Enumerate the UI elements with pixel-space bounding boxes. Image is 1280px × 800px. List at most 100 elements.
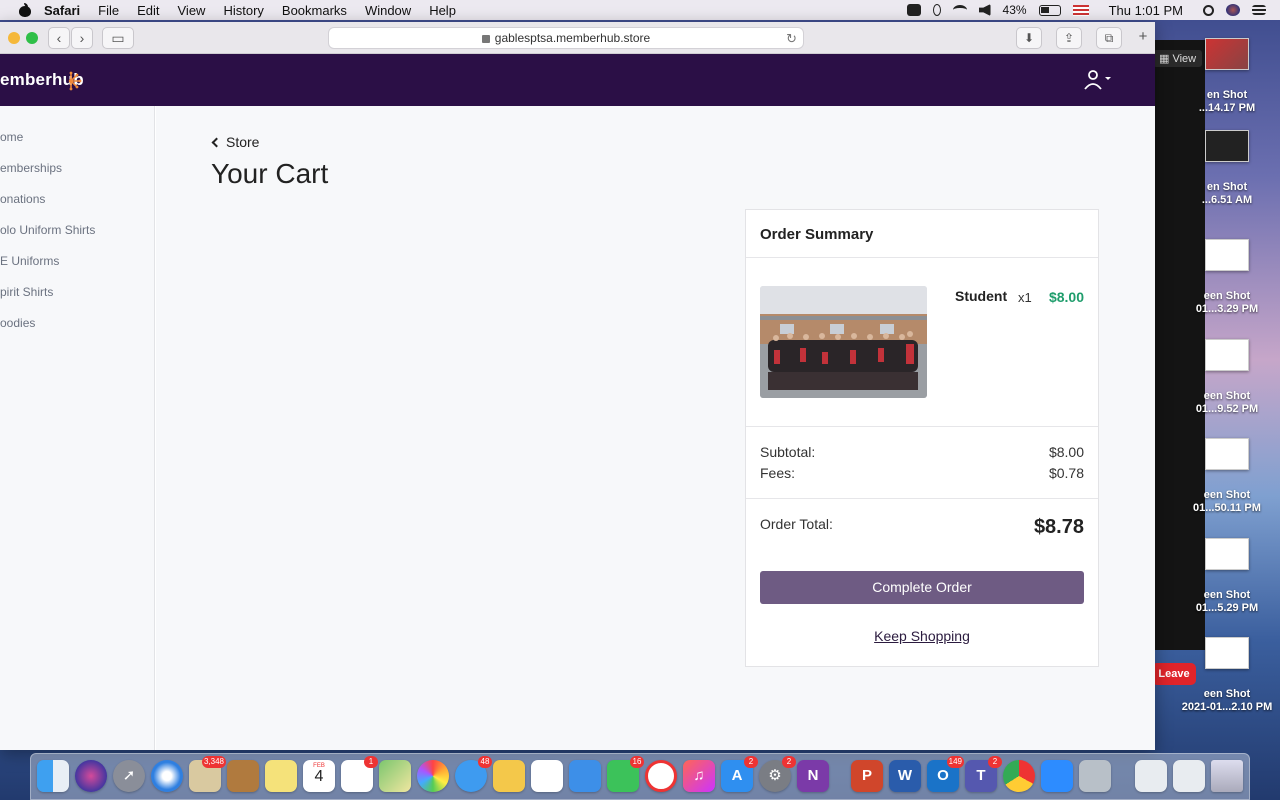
menu-bookmarks[interactable]: Bookmarks xyxy=(282,3,347,18)
downloads-icon[interactable]: ⬇ xyxy=(1016,27,1042,49)
user-account-icon[interactable] xyxy=(1083,69,1113,91)
tabs-overview-icon[interactable]: ⧉ xyxy=(1096,27,1122,49)
keynote-icon[interactable] xyxy=(569,760,601,792)
sidebar-item-donations[interactable]: onations xyxy=(0,192,45,206)
siri-icon[interactable] xyxy=(1226,4,1240,16)
menu-history[interactable]: History xyxy=(223,3,263,18)
music-icon[interactable]: ♫ xyxy=(683,760,715,792)
forward-button[interactable]: › xyxy=(71,27,93,49)
desktop-screenshot-thumb[interactable] xyxy=(1205,38,1249,70)
trash-icon[interactable] xyxy=(1211,760,1243,792)
notification-badge: 1 xyxy=(364,756,378,768)
desktop-screenshot-thumb[interactable] xyxy=(1205,239,1249,271)
zoom-status-icon[interactable] xyxy=(906,4,921,16)
desktop-screenshot-thumb[interactable] xyxy=(1205,538,1249,570)
desktop-file-label[interactable]: en Shot ...6.51 AM xyxy=(1174,181,1280,207)
launchpad-icon[interactable]: ➚ xyxy=(113,760,145,792)
documents-stack-icon[interactable] xyxy=(1173,760,1205,792)
page-title: Your Cart xyxy=(211,158,329,189)
sidebar-item-spirit-shirts[interactable]: pirit Shirts xyxy=(0,285,53,299)
maps-icon[interactable] xyxy=(379,760,411,792)
reload-icon[interactable]: ↻ xyxy=(786,31,797,47)
mail-stamp-icon[interactable]: 3,348 xyxy=(189,756,226,792)
sidebar-item-polo-uniform-shirts[interactable]: olo Uniform Shirts xyxy=(0,223,95,237)
menu-window[interactable]: Window xyxy=(365,3,411,18)
share-icon[interactable]: ⇪ xyxy=(1056,27,1082,49)
desktop-file-label[interactable]: een Shot 01...5.29 PM xyxy=(1174,589,1280,615)
outlook-icon[interactable]: O 149 xyxy=(927,756,964,792)
word-icon[interactable]: W xyxy=(889,760,921,792)
zoom-leave-button[interactable]: Leave xyxy=(1152,663,1196,685)
numbers-icon[interactable] xyxy=(531,760,563,792)
zoom-view-label: View xyxy=(1172,53,1197,65)
keep-shopping-link[interactable]: Keep Shopping xyxy=(746,628,1098,644)
minimize-button[interactable] xyxy=(8,32,20,44)
control-center-icon[interactable] xyxy=(1252,5,1266,15)
system-preferences-icon[interactable]: ⚙ 2 xyxy=(759,756,796,792)
subtotal-label: Subtotal: xyxy=(760,444,816,460)
teams-icon[interactable]: T2 xyxy=(965,756,1002,792)
back-button[interactable]: ‹ xyxy=(48,27,70,49)
desktop-screenshot-thumb[interactable] xyxy=(1205,438,1249,470)
divider xyxy=(746,426,1098,427)
chrome-icon[interactable] xyxy=(1003,760,1035,792)
desktop-screenshot-thumb[interactable] xyxy=(1205,637,1249,669)
memberhub-logo-icon[interactable] xyxy=(62,70,84,92)
desktop-screenshot-thumb[interactable] xyxy=(1205,339,1249,371)
volume-icon[interactable] xyxy=(978,4,991,16)
desktop-file-label[interactable]: een Shot 01...50.11 PM xyxy=(1174,489,1280,515)
wifi-icon[interactable] xyxy=(952,5,967,15)
photos-icon[interactable] xyxy=(417,760,449,792)
spotlight-icon[interactable] xyxy=(1203,4,1214,16)
reminders-icon[interactable]: 1 xyxy=(341,756,378,792)
desktop-file-label[interactable]: een Shot 2021-01...2.10 PM xyxy=(1174,688,1280,714)
keynote-doc-icon[interactable] xyxy=(493,760,525,792)
desktop-file-label[interactable]: een Shot 01...3.29 PM xyxy=(1174,290,1280,316)
sidebar-toggle-icon[interactable]: ▭ xyxy=(102,27,134,49)
calendar-icon[interactable]: FEB 4 xyxy=(303,760,335,792)
zoom-button[interactable] xyxy=(26,32,38,44)
address-bar[interactable]: gablesptsa.memberhub.store ↻ xyxy=(328,27,804,49)
sidebar-item-pe-uniforms[interactable]: E Uniforms xyxy=(0,254,59,268)
menu-edit[interactable]: Edit xyxy=(137,3,159,18)
contacts-icon[interactable] xyxy=(227,760,259,792)
store-sidebar: ome emberships onations olo Uniform Shir… xyxy=(0,106,155,750)
fees-value: $0.78 xyxy=(1048,465,1084,481)
mac-menu-bar: Safari File Edit View History Bookmarks … xyxy=(0,0,1280,20)
finder-icon[interactable] xyxy=(37,760,69,792)
complete-order-button[interactable]: Complete Order xyxy=(760,571,1084,604)
back-to-store-link[interactable]: Store xyxy=(211,134,259,150)
facetime-icon[interactable]: 16 xyxy=(607,756,644,792)
downloads-stack-icon[interactable] xyxy=(1135,760,1167,792)
sidebar-item-hoodies[interactable]: oodies xyxy=(0,316,35,330)
menu-app-name[interactable]: Safari xyxy=(44,3,80,18)
zoom-app-icon[interactable] xyxy=(1041,760,1073,792)
safari-dock-icon[interactable] xyxy=(151,760,183,792)
onenote-icon[interactable]: N xyxy=(797,760,829,792)
input-flag-icon[interactable] xyxy=(1072,4,1089,16)
menu-view[interactable]: View xyxy=(178,3,206,18)
battery-icon[interactable] xyxy=(1038,4,1061,16)
new-tab-icon[interactable]: + xyxy=(1132,27,1154,49)
apple-menu-icon[interactable] xyxy=(18,3,32,17)
sidebar-item-home[interactable]: ome xyxy=(0,130,23,144)
app-store-icon[interactable]: A2 xyxy=(721,756,758,792)
notes-icon[interactable] xyxy=(265,760,297,792)
sidebar-item-memberships[interactable]: emberships xyxy=(0,161,62,175)
messages-icon[interactable]: 48 xyxy=(455,756,492,792)
menu-help[interactable]: Help xyxy=(429,3,456,18)
desktop-file-label[interactable]: en Shot ...14.17 PM xyxy=(1174,89,1280,115)
news-icon[interactable] xyxy=(645,760,677,792)
zoom-view-button[interactable]: ▦ View xyxy=(1153,50,1203,67)
bluetooth-icon[interactable] xyxy=(932,4,941,16)
desktop-screenshot-thumb[interactable] xyxy=(1205,130,1249,162)
address-url: gablesptsa.memberhub.store xyxy=(494,31,651,45)
powerpoint-icon[interactable]: P xyxy=(851,760,883,792)
menu-file[interactable]: File xyxy=(98,3,119,18)
menubar-clock[interactable]: Thu 1:01 PM xyxy=(1109,3,1183,18)
order-total-label: Order Total: xyxy=(760,516,833,532)
preview-icon[interactable] xyxy=(1079,760,1111,792)
notification-badge: 2 xyxy=(744,756,758,768)
desktop-file-label[interactable]: een Shot 01...9.52 PM xyxy=(1174,390,1280,416)
siri-dock-icon[interactable] xyxy=(75,760,107,792)
